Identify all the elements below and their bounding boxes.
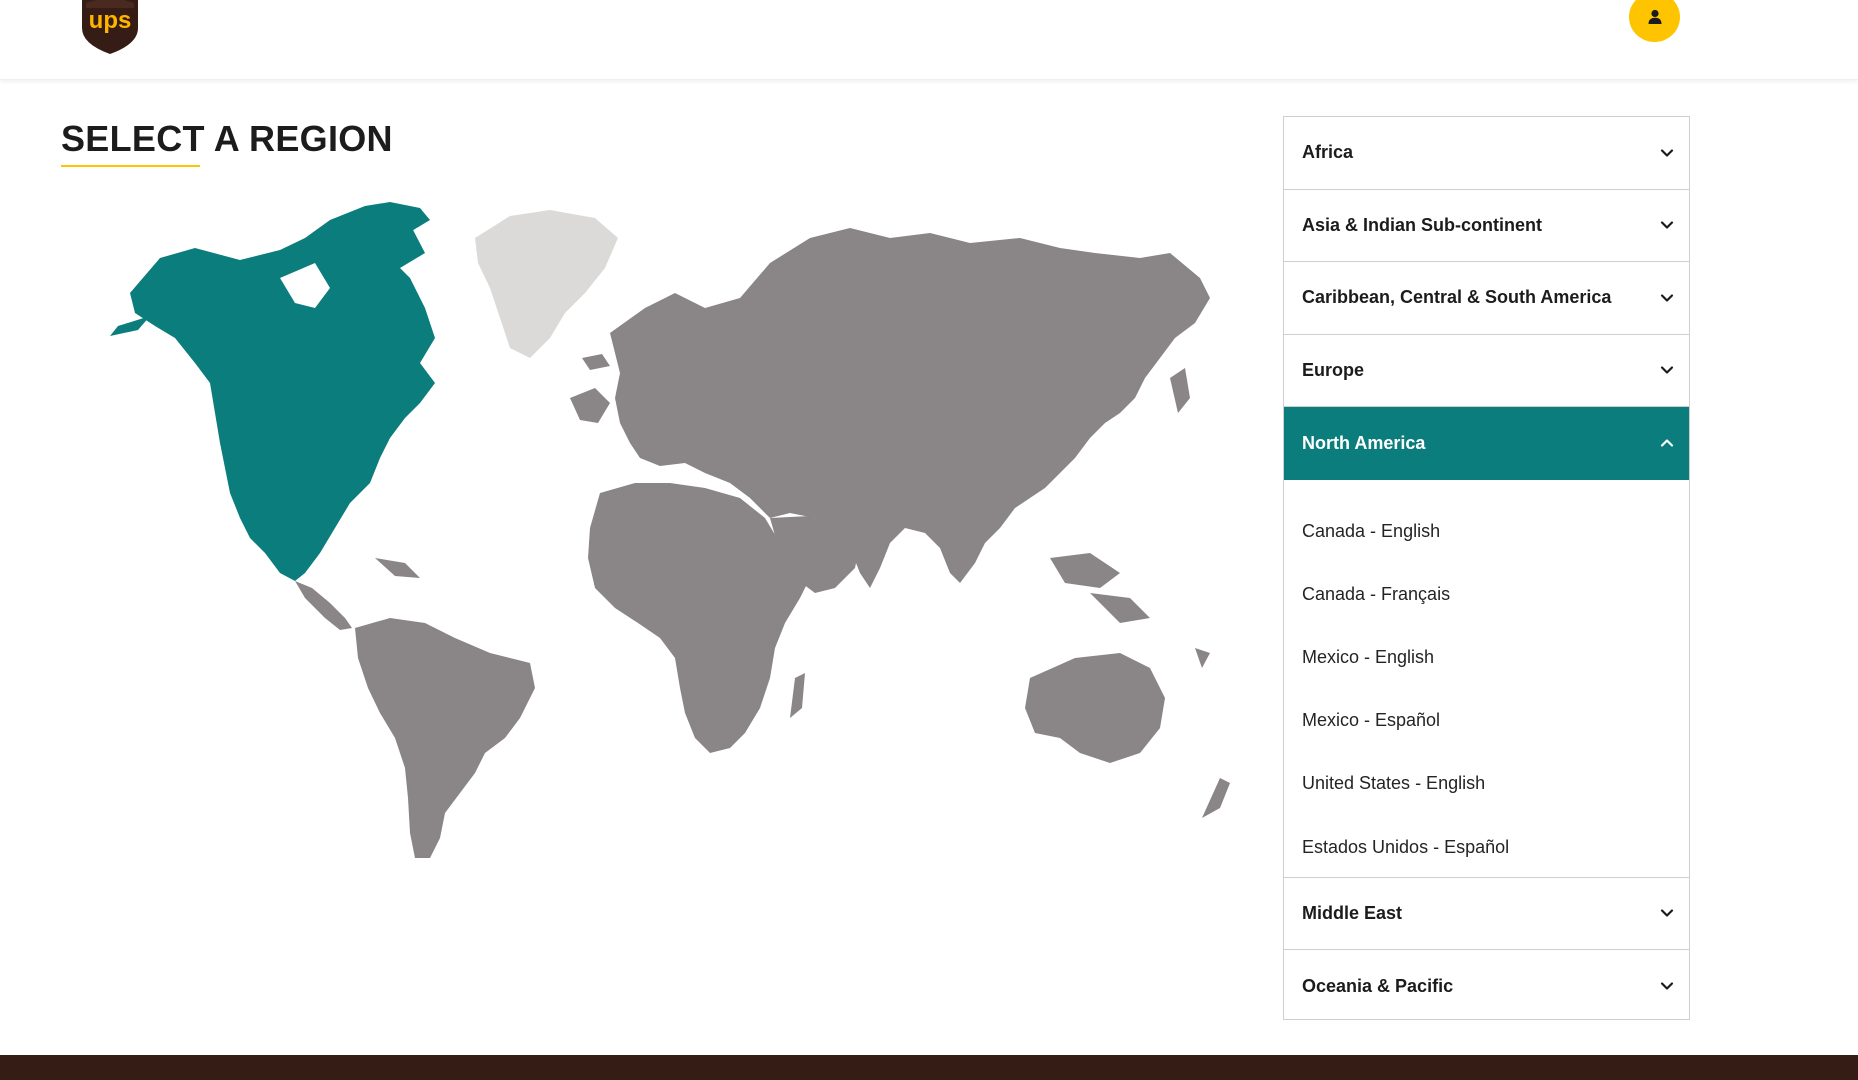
region-africa[interactable]: Africa: [1284, 117, 1689, 190]
region-asia[interactable]: Asia & Indian Sub-continent: [1284, 190, 1689, 262]
profile-button[interactable]: [1629, 0, 1680, 42]
top-header: ups: [0, 0, 1858, 80]
region-middle-east[interactable]: Middle East: [1284, 878, 1689, 950]
chevron-down-icon: [1660, 982, 1674, 990]
region-oceania-pacific[interactable]: Oceania & Pacific: [1284, 950, 1689, 1023]
country-link-estados-unidos-espanol[interactable]: Estados Unidos - Español: [1284, 815, 1689, 878]
map-region-oceania[interactable]: [1025, 648, 1230, 818]
chevron-down-icon: [1660, 909, 1674, 917]
country-link-mexico-espanol[interactable]: Mexico - Español: [1284, 689, 1689, 752]
world-map[interactable]: [90, 198, 1260, 863]
north-america-country-list: Canada - English Canada - Français Mexic…: [1284, 480, 1689, 878]
chevron-up-icon: [1660, 439, 1674, 447]
logo-text: ups: [89, 7, 132, 34]
chevron-down-icon: [1660, 221, 1674, 229]
region-label: Middle East: [1302, 902, 1403, 923]
country-link-canada-english[interactable]: Canada - English: [1284, 500, 1689, 563]
map-region-iceland[interactable]: [582, 354, 610, 370]
user-icon: [1648, 9, 1661, 24]
chevron-down-icon: [1660, 149, 1674, 157]
region-north-america[interactable]: North America: [1284, 407, 1689, 480]
chevron-down-icon: [1660, 366, 1674, 374]
country-link-mexico-english[interactable]: Mexico - English: [1284, 626, 1689, 689]
page-title: SELECT A REGION: [61, 118, 393, 159]
region-europe[interactable]: Europe: [1284, 335, 1689, 407]
region-label: North America: [1302, 432, 1426, 453]
region-label: Europe: [1302, 359, 1365, 380]
region-label: Oceania & Pacific: [1302, 975, 1454, 996]
map-region-central-america[interactable]: [295, 558, 420, 630]
country-link-united-states-english[interactable]: United States - English: [1284, 752, 1689, 815]
region-label: Africa: [1302, 142, 1354, 163]
ups-logo[interactable]: ups: [78, 0, 142, 54]
page-footer: [0, 1055, 1858, 1080]
map-region-south-america[interactable]: [355, 618, 535, 858]
region-label: Asia & Indian Sub-continent: [1302, 214, 1543, 235]
map-region-greenland[interactable]: [475, 210, 618, 358]
chevron-down-icon: [1660, 294, 1674, 302]
region-caribbean-central-south-america[interactable]: Caribbean, Central & South America: [1284, 262, 1689, 335]
country-link-canada-francais[interactable]: Canada - Français: [1284, 563, 1689, 626]
map-region-north-america[interactable]: [110, 202, 435, 581]
title-underline: [61, 165, 200, 167]
region-accordion: Africa Asia & Indian Sub-continent Carib…: [1283, 116, 1690, 1020]
region-label: Caribbean, Central & South America: [1302, 287, 1612, 308]
